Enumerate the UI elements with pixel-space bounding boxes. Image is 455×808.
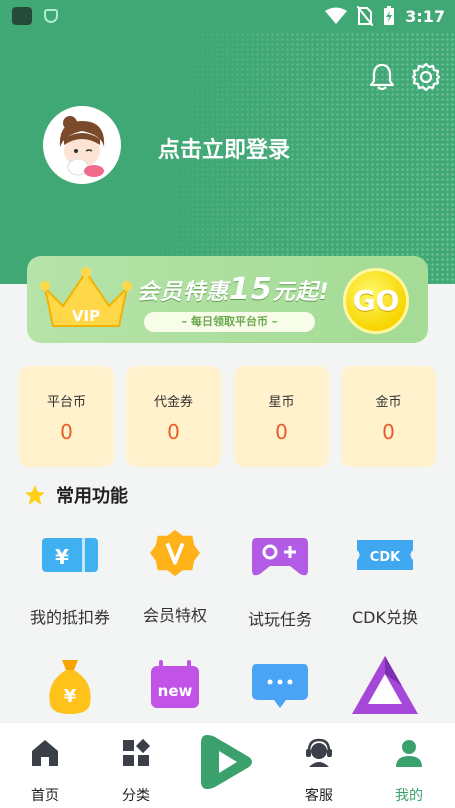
gear-icon[interactable] [411,62,441,92]
profile-icon [396,740,422,767]
currency-card-star-coin[interactable]: 星币 0 [234,366,329,467]
cdk-text: CDK [370,550,401,565]
crown-icon: VIP [40,267,132,327]
gamepad-icon [252,538,308,576]
currency-card-platform-coin[interactable]: 平台币 0 [19,366,114,467]
wifi-icon [325,7,348,24]
customer-service-icon [306,738,332,767]
new-text: new [158,682,193,700]
feature-label: 我的抵扣券 [29,608,110,627]
currency-value: 0 [382,420,395,444]
currency-cards: 平台币 0 代金券 0 星币 0 金币 0 [19,366,436,467]
message-icon [252,664,308,708]
bell-icon[interactable] [367,62,397,92]
currency-value: 0 [167,420,180,444]
nav-customer-service[interactable]: 客服 [279,723,359,805]
currency-label: 代金券 [153,395,193,410]
feature-label: CDK兑换 [352,608,418,627]
svg-text:¥: ¥ [64,686,77,707]
category-icon [123,738,151,766]
feature-new[interactable]: new [120,660,230,714]
clock: 3:17 [405,6,445,26]
currency-label: 平台币 [46,395,86,410]
feature-triangle[interactable] [330,654,440,722]
avatar[interactable] [43,106,121,184]
bottom-nav: 首页 分类 客服 我的 [0,722,455,808]
feature-label: 会员特权 [142,606,207,625]
nav-label: 分类 [122,788,150,804]
app-notification-icon [12,7,32,25]
cdk-ticket-icon: CDK [357,540,413,570]
nav-category[interactable]: 分类 [96,723,176,805]
shield-icon [44,9,58,23]
currency-value: 0 [60,420,73,444]
feature-trial-tasks[interactable]: 试玩任务 [225,532,335,630]
money-bag-icon: ¥ [49,660,91,714]
status-bar: 3:17 [0,0,455,32]
login-prompt[interactable]: 点击立即登录 [158,132,290,164]
svg-text:¥: ¥ [55,545,69,569]
feature-label: 试玩任务 [247,610,312,629]
nav-label: 首页 [31,788,59,804]
profile-header: 点击立即登录 [0,32,455,284]
star-icon [25,485,45,505]
vip-badge-icon [150,529,200,577]
nav-home[interactable]: 首页 [5,723,85,805]
battery-charging-icon [384,6,395,25]
crown-vip-text: VIP [72,307,100,325]
section-title: 常用功能 [56,486,128,507]
feature-my-vouchers[interactable]: ¥ 我的抵扣券 [15,530,125,628]
currency-label: 金币 [375,395,402,410]
new-calendar-icon: new [151,660,199,708]
play-icon[interactable] [199,731,255,793]
no-sim-icon [357,6,374,26]
triangle-icon [352,656,418,714]
vip-title-number: 15 [229,272,273,307]
status-indicators: 3:17 [325,0,445,32]
nav-label: 客服 [305,788,333,804]
home-icon [32,740,58,766]
currency-card-gold-coin[interactable]: 金币 0 [341,366,436,467]
nav-label: 我的 [395,788,423,804]
currency-label: 星币 [268,395,295,410]
nav-profile[interactable]: 我的 [369,723,449,805]
section-header: 常用功能 [24,482,128,508]
feature-money-bag[interactable]: ¥ [15,656,125,720]
voucher-icon: ¥ [42,538,98,572]
vip-subtitle: – 每日领取平台币 – [144,312,315,332]
feature-cdk-redeem[interactable]: CDK CDK兑换 [330,530,440,628]
vip-title-suffix: 元起! [272,280,330,305]
currency-value: 0 [275,420,288,444]
feature-messages[interactable] [225,662,335,716]
vip-title: 会员特惠15元起! [137,272,330,307]
feature-vip-privileges[interactable]: 会员特权 [120,528,230,626]
currency-card-voucher[interactable]: 代金券 0 [126,366,221,467]
avatar-girl-icon [46,109,118,181]
go-button[interactable]: GO [343,268,409,334]
vip-title-prefix: 会员特惠 [137,280,230,305]
vip-banner[interactable]: VIP 会员特惠15元起! – 每日领取平台币 – GO [27,256,428,343]
